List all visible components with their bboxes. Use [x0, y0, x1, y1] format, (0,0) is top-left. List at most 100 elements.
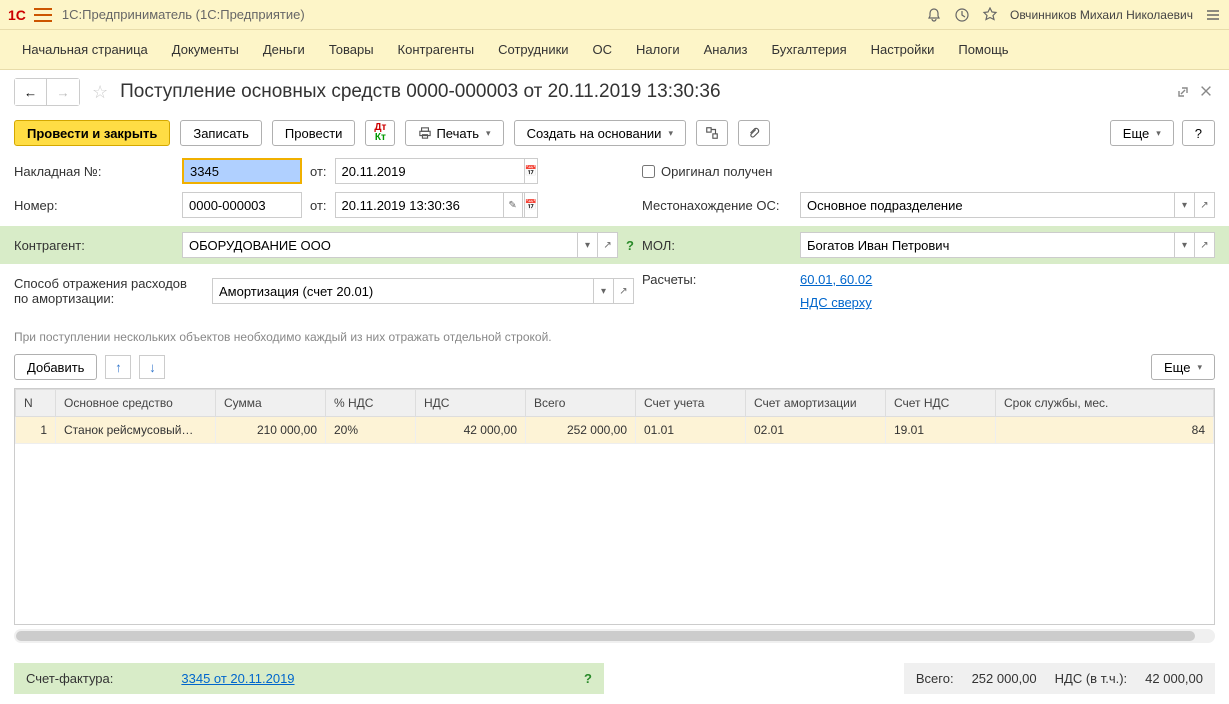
col-vat[interactable]: НДС: [416, 390, 526, 417]
menu-item[interactable]: Начальная страница: [10, 34, 160, 65]
move-up-button[interactable]: ↑: [105, 355, 131, 379]
cell-amort[interactable]: 02.01: [746, 417, 886, 444]
add-row-button[interactable]: Добавить: [14, 354, 97, 380]
open-icon[interactable]: ↗: [1195, 232, 1215, 258]
table-toolbar: Добавить ↑ ↓ Еще: [0, 350, 1229, 384]
from-label: от:: [310, 164, 327, 179]
menu-item[interactable]: Контрагенты: [386, 34, 487, 65]
cell-sum[interactable]: 210 000,00: [216, 417, 326, 444]
cell-total[interactable]: 252 000,00: [526, 417, 636, 444]
cell-name[interactable]: Станок рейсмусовый…: [56, 417, 216, 444]
col-life[interactable]: Срок службы, мес.: [996, 390, 1214, 417]
create-based-button[interactable]: Создать на основании: [514, 120, 686, 146]
total-label: Всего:: [916, 671, 954, 686]
settings-bars-icon[interactable]: [1205, 7, 1221, 23]
titlebar: 1C 1С:Предприниматель (1С:Предприятие) О…: [0, 0, 1229, 30]
save-button[interactable]: Записать: [180, 120, 262, 146]
forward-button[interactable]: →: [47, 79, 79, 105]
move-down-button[interactable]: ↓: [139, 355, 165, 379]
invoice-factura-section: Счет-фактура: 3345 от 20.11.2019 ?: [14, 663, 604, 694]
cell-life[interactable]: 84: [996, 417, 1214, 444]
number-date-input[interactable]: [335, 192, 525, 218]
more-button[interactable]: Еще: [1110, 120, 1174, 146]
menu-item[interactable]: Налоги: [624, 34, 692, 65]
table-empty-area[interactable]: [15, 444, 1214, 624]
calendar-icon[interactable]: 📅: [525, 192, 538, 218]
table-more-button[interactable]: Еще: [1151, 354, 1215, 380]
vat-mode-link[interactable]: НДС сверху: [800, 295, 872, 310]
data-table: N Основное средство Сумма % НДС НДС Всег…: [15, 389, 1214, 444]
settlements-link[interactable]: 60.01, 60.02: [800, 272, 872, 287]
link-icon[interactable]: [1175, 84, 1191, 100]
post-and-close-button[interactable]: Провести и закрыть: [14, 120, 170, 146]
menu-item[interactable]: Деньги: [251, 34, 317, 65]
cell-acct[interactable]: 01.01: [636, 417, 746, 444]
calendar-icon[interactable]: 📅: [525, 158, 538, 184]
dt-kt-button[interactable]: ДтКт: [365, 120, 395, 146]
invoice-factura-help-icon[interactable]: ?: [584, 671, 592, 686]
original-received-label: Оригинал получен: [661, 164, 772, 179]
vat-incl-label: НДС (в т.ч.):: [1055, 671, 1128, 686]
menu-item[interactable]: Анализ: [692, 34, 760, 65]
col-n[interactable]: N: [16, 390, 56, 417]
open-icon[interactable]: ↗: [598, 232, 618, 258]
hint-text: При поступлении нескольких объектов необ…: [0, 324, 1229, 350]
invoice-no-input[interactable]: [182, 158, 302, 184]
number-label: Номер:: [14, 198, 174, 213]
window-title: 1С:Предприниматель (1С:Предприятие): [62, 7, 305, 22]
menu-item[interactable]: Документы: [160, 34, 251, 65]
location-label: Местонахождение ОС:: [642, 198, 792, 213]
col-total[interactable]: Всего: [526, 390, 636, 417]
counterparty-input[interactable]: [182, 232, 578, 258]
cell-vat[interactable]: 42 000,00: [416, 417, 526, 444]
expense-label: Способ отражения расходов по амортизации…: [14, 276, 204, 306]
expense-input[interactable]: [212, 278, 594, 304]
original-received-checkbox[interactable]: [642, 165, 655, 178]
favorite-star-icon[interactable]: ☆: [92, 82, 108, 103]
history-icon[interactable]: [954, 7, 970, 23]
open-icon[interactable]: ↗: [614, 278, 634, 304]
col-name[interactable]: Основное средство: [56, 390, 216, 417]
back-button[interactable]: ←: [15, 79, 47, 105]
dropdown-icon[interactable]: ▾: [578, 232, 598, 258]
cell-vatacct[interactable]: 19.01: [886, 417, 996, 444]
user-name[interactable]: Овчинников Михаил Николаевич: [1010, 8, 1193, 22]
dropdown-icon[interactable]: ▾: [1175, 192, 1195, 218]
menu-item[interactable]: ОС: [581, 34, 625, 65]
menu-item[interactable]: Помощь: [946, 34, 1020, 65]
location-input[interactable]: [800, 192, 1175, 218]
menu-item[interactable]: Сотрудники: [486, 34, 580, 65]
cell-n[interactable]: 1: [16, 417, 56, 444]
col-vatrate[interactable]: % НДС: [326, 390, 416, 417]
counterparty-help-icon[interactable]: ?: [626, 238, 634, 253]
menu-item[interactable]: Товары: [317, 34, 386, 65]
cell-vatrate[interactable]: 20%: [326, 417, 416, 444]
table-row[interactable]: 1 Станок рейсмусовый… 210 000,00 20% 42 …: [16, 417, 1214, 444]
menu-toggle-icon[interactable]: [34, 8, 52, 22]
star-icon[interactable]: [982, 7, 998, 23]
print-button[interactable]: Печать: [405, 120, 503, 146]
col-vatacct[interactable]: Счет НДС: [886, 390, 996, 417]
dropdown-icon[interactable]: ▾: [594, 278, 614, 304]
structure-icon[interactable]: [696, 120, 728, 146]
attachment-icon[interactable]: [738, 120, 770, 146]
close-icon[interactable]: [1199, 84, 1215, 100]
footer: Счет-фактура: 3345 от 20.11.2019 ? Всего…: [0, 653, 1229, 704]
edit-datetime-icon[interactable]: ✎: [503, 192, 523, 218]
col-amort[interactable]: Счет амортизации: [746, 390, 886, 417]
help-button[interactable]: ?: [1182, 120, 1215, 146]
mol-input[interactable]: [800, 232, 1175, 258]
open-icon[interactable]: ↗: [1195, 192, 1215, 218]
dropdown-icon[interactable]: ▾: [1175, 232, 1195, 258]
menu-item[interactable]: Бухгалтерия: [760, 34, 859, 65]
col-sum[interactable]: Сумма: [216, 390, 326, 417]
page-title: Поступление основных средств 0000-000003…: [120, 81, 720, 103]
col-acct[interactable]: Счет учета: [636, 390, 746, 417]
invoice-factura-link[interactable]: 3345 от 20.11.2019: [181, 671, 294, 686]
post-button[interactable]: Провести: [272, 120, 356, 146]
bell-icon[interactable]: [926, 7, 942, 23]
menu-item[interactable]: Настройки: [859, 34, 947, 65]
h-scrollbar[interactable]: [14, 629, 1215, 643]
number-input[interactable]: [182, 192, 302, 218]
invoice-date-input[interactable]: [335, 158, 525, 184]
